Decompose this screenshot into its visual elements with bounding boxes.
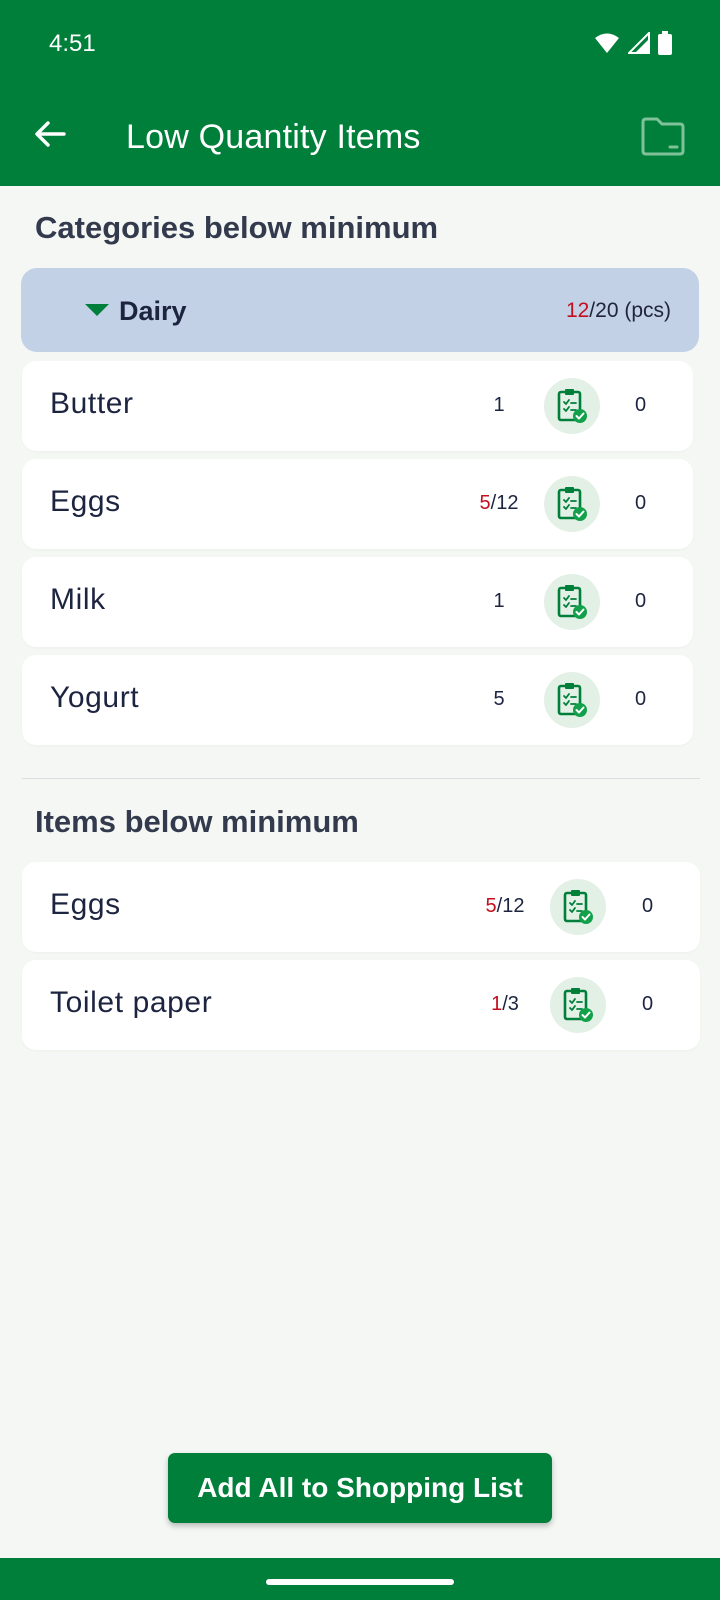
item-list-count: 0 bbox=[635, 394, 647, 416]
app-bar: Low Quantity Items bbox=[0, 88, 720, 186]
arrow-left-icon bbox=[35, 121, 66, 147]
folder-button[interactable] bbox=[640, 116, 686, 156]
status-time: 4:51 bbox=[49, 30, 96, 57]
item-quantity: 5 bbox=[459, 688, 539, 711]
category-name: Dairy bbox=[119, 296, 187, 326]
item-current-low: 1 bbox=[493, 590, 505, 612]
category-current: 12 bbox=[565, 299, 590, 322]
category-header-dairy[interactable]: Dairy 12/20 (pcs) bbox=[21, 268, 699, 352]
categories-section-title: Categories below minimum bbox=[35, 210, 439, 245]
item-minimum: /12 bbox=[496, 895, 525, 917]
item-current-low: 5 bbox=[485, 895, 497, 917]
items-section-title: Items below minimum bbox=[35, 804, 359, 839]
item-quantity: 5/12 bbox=[465, 895, 545, 918]
add-all-to-shopping-list-button[interactable]: Add All to Shopping List bbox=[168, 1453, 552, 1523]
item-name: Yogurt bbox=[50, 681, 140, 714]
item-list-count: 0 bbox=[642, 895, 654, 917]
item-current-low: 1 bbox=[491, 993, 503, 1015]
add-to-list-button[interactable] bbox=[544, 574, 600, 630]
clipboard-check-icon bbox=[563, 890, 593, 924]
item-list-count: 0 bbox=[642, 993, 654, 1015]
item-quantity: 5/12 bbox=[459, 492, 539, 515]
clipboard-check-icon bbox=[557, 585, 587, 619]
folder-icon bbox=[641, 117, 685, 156]
clipboard-check-icon bbox=[557, 683, 587, 717]
item-name: Milk bbox=[50, 583, 106, 616]
item-list-count: 0 bbox=[635, 492, 647, 514]
item-minimum: /3 bbox=[502, 993, 519, 1015]
item-current-low: 5 bbox=[493, 688, 505, 710]
item-name: Eggs bbox=[50, 485, 121, 518]
page-title: Low Quantity Items bbox=[126, 118, 421, 156]
item-row[interactable]: Eggs 5/12 0 bbox=[22, 862, 700, 952]
item-row[interactable]: Eggs 5/12 0 bbox=[22, 459, 693, 549]
item-name: Eggs bbox=[50, 888, 121, 921]
item-name: Butter bbox=[50, 387, 134, 420]
item-row[interactable]: Yogurt 5 0 bbox=[22, 655, 693, 745]
status-icons bbox=[594, 30, 672, 56]
battery-icon bbox=[658, 31, 672, 55]
add-to-list-button[interactable] bbox=[544, 476, 600, 532]
back-button[interactable] bbox=[28, 112, 72, 156]
wifi-icon bbox=[595, 33, 619, 53]
item-list-count: 0 bbox=[635, 688, 647, 710]
add-to-list-button[interactable] bbox=[550, 879, 606, 935]
item-minimum: /12 bbox=[490, 492, 519, 514]
navigation-bar bbox=[0, 1558, 720, 1600]
status-bar: 4:51 bbox=[0, 0, 720, 88]
clipboard-check-icon bbox=[557, 389, 587, 423]
section-divider bbox=[22, 778, 700, 779]
clipboard-check-icon bbox=[563, 988, 593, 1022]
home-handle[interactable] bbox=[266, 1579, 454, 1585]
caret-down-icon bbox=[85, 304, 109, 316]
add-to-list-button[interactable] bbox=[544, 672, 600, 728]
item-current-low: 5 bbox=[479, 492, 491, 514]
item-row[interactable]: Toilet paper 1/3 0 bbox=[22, 960, 700, 1050]
category-total: 20 (pcs) bbox=[595, 299, 671, 322]
item-quantity: 1/3 bbox=[465, 993, 545, 1016]
add-to-list-button[interactable] bbox=[550, 977, 606, 1033]
signal-icon bbox=[628, 32, 650, 54]
item-quantity: 1 bbox=[459, 394, 539, 417]
item-quantity: 1 bbox=[459, 590, 539, 613]
item-row[interactable]: Milk 1 0 bbox=[22, 557, 693, 647]
item-current-low: 1 bbox=[493, 394, 505, 416]
item-list-count: 0 bbox=[635, 590, 647, 612]
category-count: 12/20 (pcs) bbox=[566, 299, 671, 323]
item-name: Toilet paper bbox=[50, 986, 213, 1019]
item-row[interactable]: Butter 1 0 bbox=[22, 361, 693, 451]
add-to-list-button[interactable] bbox=[544, 378, 600, 434]
clipboard-check-icon bbox=[557, 487, 587, 521]
